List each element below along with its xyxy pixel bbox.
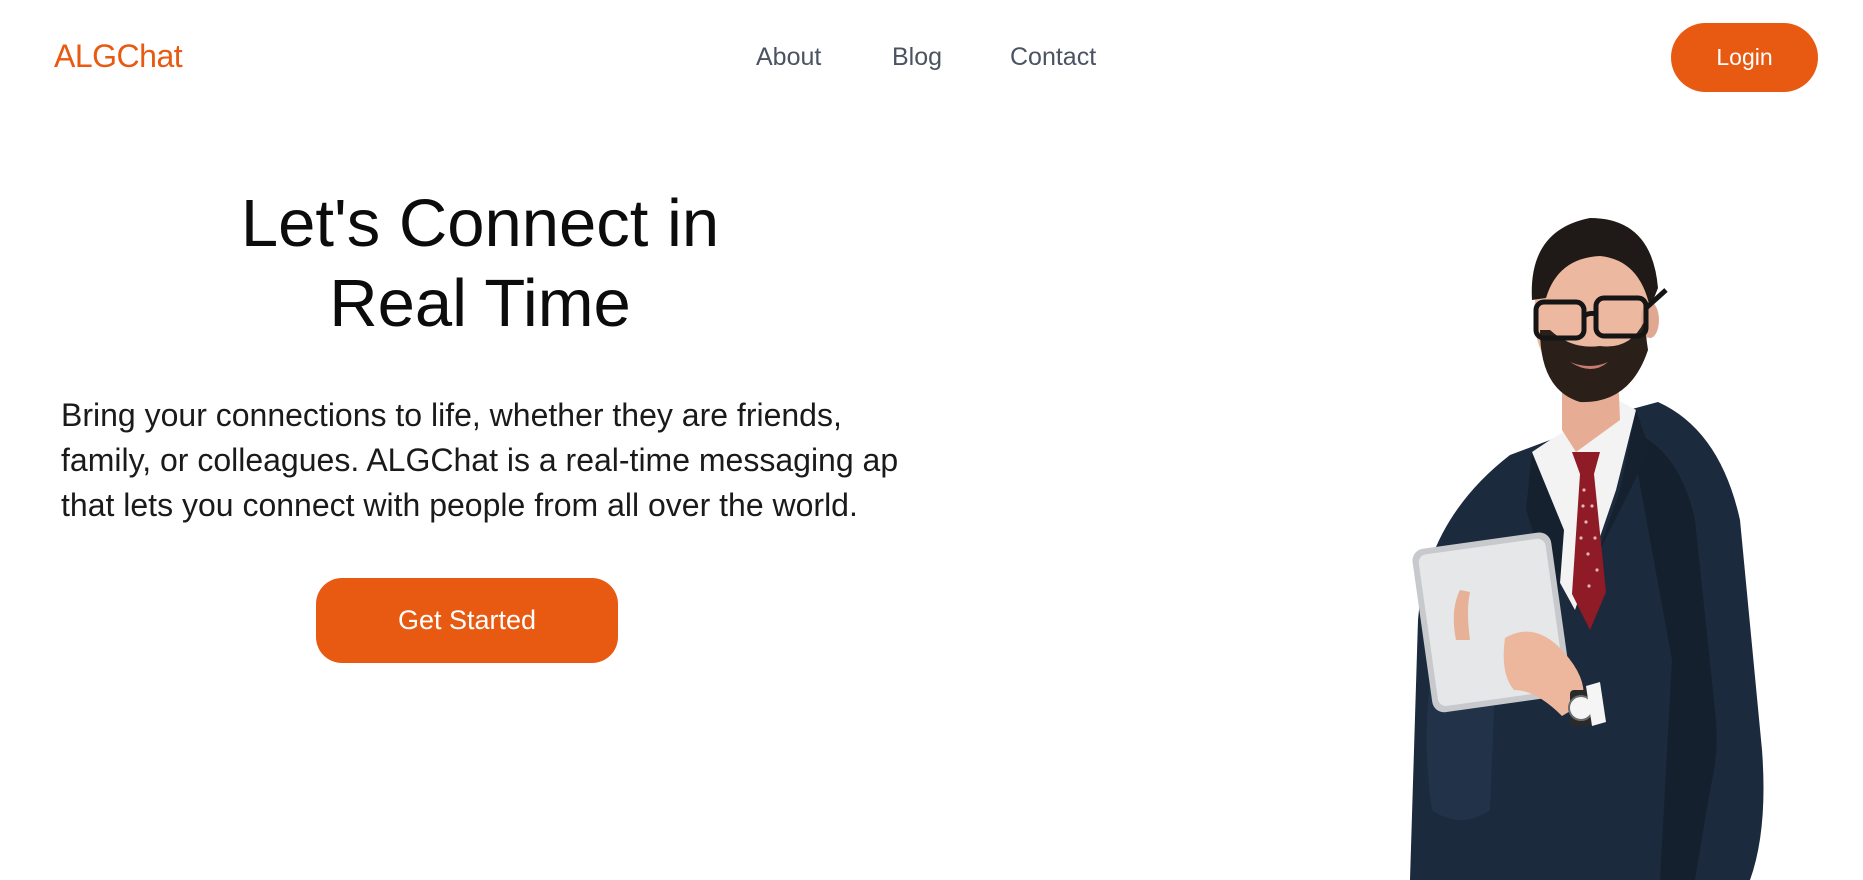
nav-link-contact[interactable]: Contact (1010, 43, 1096, 72)
main-nav: About Blog Contact (0, 43, 1863, 75)
hero-title: Let's Connect in Real Time (180, 184, 780, 344)
get-started-button[interactable]: Get Started (316, 578, 618, 663)
login-button[interactable]: Login (1671, 23, 1818, 92)
hero-description: Bring your connections to life, whether … (61, 393, 938, 528)
landing-page: ALGChat About Blog Contact Login Let's C… (0, 0, 1863, 880)
businessman-with-tablet-image (1410, 218, 1764, 880)
hero-description-line: that lets you connect with people from a… (61, 487, 858, 523)
hero-title-line: Let's Connect in (240, 186, 720, 261)
hero-description-line: family, or colleagues. ALGChat is a real… (61, 442, 899, 478)
nav-link-blog[interactable]: Blog (892, 43, 942, 72)
hero-description-line: Bring your connections to life, whether … (61, 397, 842, 433)
hero-title-line: Real Time (329, 266, 631, 341)
site-header: ALGChat About Blog Contact Login (0, 0, 1863, 114)
nav-link-about[interactable]: About (756, 43, 821, 72)
